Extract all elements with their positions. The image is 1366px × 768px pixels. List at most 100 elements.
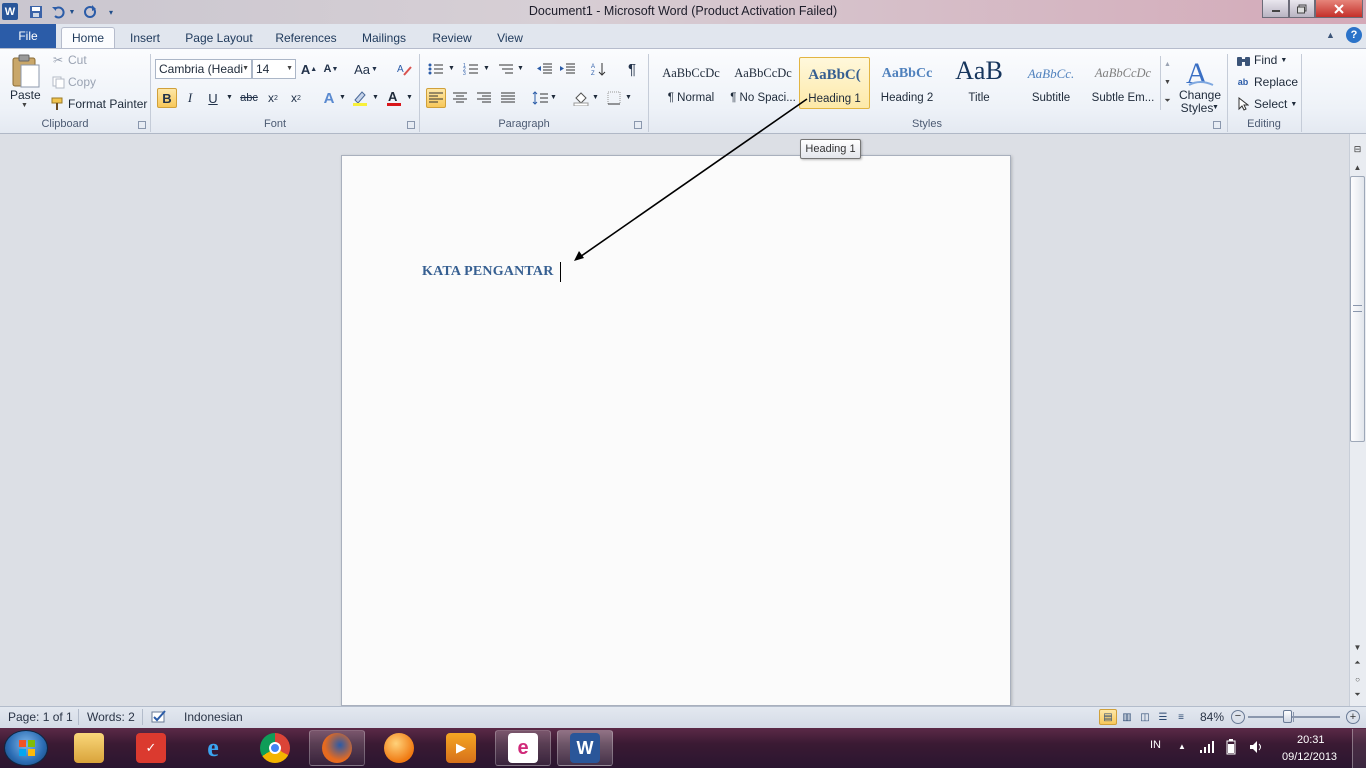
bullets-dropdown-icon[interactable]: ▼ bbox=[448, 65, 455, 72]
copy-button[interactable]: Copy bbox=[50, 75, 96, 89]
zoom-slider[interactable] bbox=[1248, 716, 1340, 718]
taskbar-messenger[interactable] bbox=[371, 730, 427, 766]
show-formatting-marks-icon[interactable]: ¶ bbox=[622, 59, 642, 79]
decrease-indent-icon[interactable] bbox=[535, 59, 555, 79]
redo-icon[interactable] bbox=[81, 3, 99, 21]
full-screen-reading-icon[interactable]: ▥ bbox=[1118, 709, 1136, 725]
zoom-slider-thumb[interactable] bbox=[1283, 710, 1292, 723]
scroll-up-icon[interactable]: ▲ bbox=[1350, 160, 1365, 174]
numbering-dropdown-icon[interactable]: ▼ bbox=[483, 65, 490, 72]
align-right-button[interactable] bbox=[474, 88, 494, 108]
bold-button[interactable]: B bbox=[157, 88, 177, 108]
tab-view[interactable]: View bbox=[490, 27, 530, 48]
scroll-down-icon[interactable]: ▼ bbox=[1350, 640, 1365, 654]
taskbar-explorer[interactable] bbox=[61, 730, 117, 766]
save-icon[interactable] bbox=[27, 3, 45, 21]
align-center-button[interactable] bbox=[450, 88, 470, 108]
style-subtle-emphasis[interactable]: AaBbCcDc Subtle Em... bbox=[1087, 57, 1159, 109]
change-case-button[interactable]: Aa ▼ bbox=[353, 59, 379, 79]
change-styles-line1[interactable]: Change bbox=[1179, 88, 1221, 102]
zoom-level[interactable]: 84% bbox=[1200, 710, 1224, 724]
paste-icon[interactable] bbox=[8, 54, 42, 90]
gallery-more-icon[interactable]: ⏷ bbox=[1161, 92, 1174, 110]
zoom-out-icon[interactable]: − bbox=[1231, 710, 1245, 724]
language-indicator[interactable]: Indonesian bbox=[184, 710, 243, 724]
text-effects-icon[interactable]: A bbox=[319, 88, 339, 108]
print-layout-icon[interactable]: ▤ bbox=[1099, 709, 1117, 725]
style-title[interactable]: AaB Title bbox=[943, 56, 1015, 109]
zoom-in-icon[interactable]: + bbox=[1346, 710, 1360, 724]
clipboard-launcher-icon[interactable] bbox=[138, 121, 146, 129]
close-button[interactable] bbox=[1315, 0, 1363, 18]
change-styles-icon[interactable]: A bbox=[1181, 55, 1219, 90]
underline-button[interactable]: U bbox=[203, 88, 223, 108]
input-language[interactable]: IN bbox=[1150, 739, 1161, 751]
highlight-dropdown-icon[interactable]: ▼ bbox=[372, 94, 379, 101]
help-icon[interactable]: ? bbox=[1346, 27, 1362, 43]
previous-page-icon[interactable]: ⏶ bbox=[1350, 656, 1365, 670]
ruler-toggle-icon[interactable]: ⊟ bbox=[1351, 142, 1364, 156]
replace-button[interactable]: ab Replace bbox=[1235, 75, 1298, 89]
taskbar-smartfren[interactable]: e bbox=[495, 730, 551, 766]
font-color-icon[interactable]: A bbox=[384, 88, 404, 108]
clock-date[interactable]: 09/12/2013 bbox=[1282, 751, 1337, 763]
change-styles-dropdown-icon[interactable]: ▼ bbox=[1212, 104, 1219, 111]
start-button[interactable] bbox=[4, 730, 48, 766]
taskbar-internet-explorer[interactable]: e bbox=[185, 730, 241, 766]
select-button[interactable]: Select ▼ bbox=[1235, 97, 1297, 111]
tab-references[interactable]: References bbox=[270, 27, 342, 48]
tab-file[interactable]: File bbox=[0, 24, 56, 48]
tab-review[interactable]: Review bbox=[426, 27, 478, 48]
battery-icon[interactable] bbox=[1226, 739, 1236, 755]
show-hidden-icons[interactable]: ▲ bbox=[1178, 742, 1186, 751]
font-size-combo[interactable]: 14 ▼ bbox=[252, 59, 296, 79]
signal-icon[interactable] bbox=[1199, 740, 1215, 754]
font-name-combo[interactable]: Cambria (Headi ▼ bbox=[155, 59, 252, 79]
taskbar-media-player[interactable]: ▶ bbox=[433, 730, 489, 766]
minimize-ribbon-icon[interactable]: ▲ bbox=[1326, 30, 1335, 40]
clock-time[interactable]: 20:31 bbox=[1297, 734, 1325, 746]
find-button[interactable]: Find ▼ bbox=[1235, 53, 1287, 67]
gallery-down-icon[interactable]: ▼ bbox=[1161, 74, 1174, 92]
tab-home[interactable]: Home bbox=[61, 27, 115, 48]
taskbar-todoist[interactable]: ✓ bbox=[123, 730, 179, 766]
shrink-font-icon[interactable]: A ▼ bbox=[321, 59, 341, 79]
increase-indent-icon[interactable] bbox=[558, 59, 578, 79]
styles-launcher-icon[interactable] bbox=[1213, 121, 1221, 129]
volume-icon[interactable] bbox=[1248, 739, 1264, 755]
browse-object-icon[interactable]: ○ bbox=[1350, 672, 1365, 686]
multilevel-list-icon[interactable] bbox=[496, 59, 516, 79]
undo-icon[interactable] bbox=[49, 3, 67, 21]
style-subtitle[interactable]: AaBbCc. Subtitle bbox=[1015, 57, 1087, 109]
word-count[interactable]: Words: 2 bbox=[87, 710, 135, 724]
document-heading[interactable]: KATA PENGANTAR bbox=[422, 264, 554, 280]
draft-icon[interactable]: ≡ bbox=[1172, 709, 1190, 725]
web-layout-icon[interactable]: ◫ bbox=[1136, 709, 1154, 725]
tab-page-layout[interactable]: Page Layout bbox=[180, 27, 258, 48]
subscript-button[interactable]: x2 bbox=[263, 88, 283, 108]
italic-button[interactable]: I bbox=[180, 88, 200, 108]
maximize-button[interactable] bbox=[1289, 0, 1315, 18]
font-color-dropdown-icon[interactable]: ▼ bbox=[406, 94, 413, 101]
multilevel-dropdown-icon[interactable]: ▼ bbox=[517, 65, 524, 72]
underline-dropdown-icon[interactable]: ▼ bbox=[226, 94, 233, 101]
tab-mailings[interactable]: Mailings bbox=[354, 27, 414, 48]
align-left-button[interactable] bbox=[426, 88, 446, 108]
bullets-icon[interactable] bbox=[426, 59, 446, 79]
tab-insert[interactable]: Insert bbox=[122, 27, 168, 48]
style-heading-2[interactable]: AaBbCc Heading 2 bbox=[871, 57, 943, 109]
word-app-icon[interactable]: W bbox=[2, 3, 18, 20]
customize-qat-icon[interactable]: ▾ bbox=[104, 3, 118, 21]
clear-formatting-icon[interactable]: A bbox=[394, 59, 414, 79]
taskbar-word[interactable]: W bbox=[557, 730, 613, 766]
page-count[interactable]: Page: 1 of 1 bbox=[8, 710, 73, 724]
numbering-icon[interactable]: 123 bbox=[461, 59, 481, 79]
next-page-icon[interactable]: ⏷ bbox=[1350, 688, 1365, 702]
grow-font-icon[interactable]: A ▲ bbox=[299, 59, 319, 79]
line-spacing-dropdown-icon[interactable]: ▼ bbox=[550, 94, 557, 101]
paste-button[interactable]: Paste bbox=[10, 88, 41, 102]
outline-icon[interactable]: ☰ bbox=[1154, 709, 1172, 725]
text-effects-dropdown-icon[interactable]: ▼ bbox=[339, 94, 346, 101]
line-spacing-icon[interactable] bbox=[530, 88, 550, 108]
taskbar-firefox[interactable] bbox=[309, 730, 365, 766]
